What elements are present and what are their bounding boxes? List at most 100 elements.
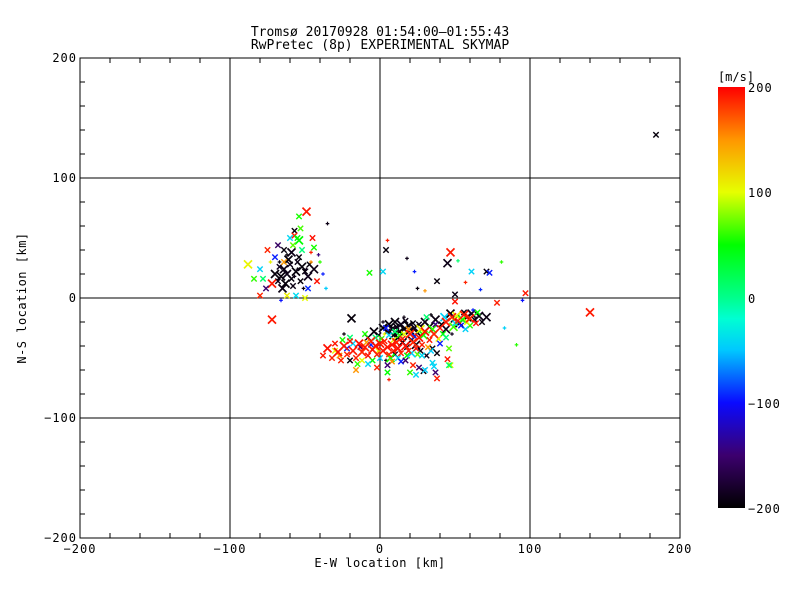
x-tick-label: 100 bbox=[500, 542, 560, 556]
data-point bbox=[310, 235, 315, 240]
data-point bbox=[269, 260, 273, 264]
data-point bbox=[398, 359, 403, 364]
data-point bbox=[314, 279, 319, 284]
data-point bbox=[347, 358, 352, 363]
data-point bbox=[434, 351, 439, 356]
data-point bbox=[433, 370, 438, 375]
data-point bbox=[268, 280, 276, 288]
data-point bbox=[244, 260, 252, 268]
data-point bbox=[437, 341, 442, 346]
data-point bbox=[263, 286, 268, 291]
data-point bbox=[317, 253, 321, 257]
skymap-plot-canvas bbox=[0, 0, 800, 600]
data-point bbox=[479, 288, 483, 292]
data-point bbox=[332, 341, 337, 346]
data-point bbox=[320, 353, 325, 358]
colorbar-tick-label: 200 bbox=[748, 81, 800, 95]
data-point bbox=[340, 342, 348, 350]
data-point bbox=[452, 292, 457, 297]
data-point bbox=[324, 287, 328, 291]
data-point bbox=[305, 286, 310, 291]
data-point bbox=[469, 269, 474, 274]
data-point bbox=[302, 287, 306, 291]
data-point bbox=[268, 316, 276, 324]
data-point bbox=[464, 281, 468, 285]
y-tick-label: 100 bbox=[25, 171, 77, 185]
data-point bbox=[296, 214, 301, 219]
data-point bbox=[416, 287, 420, 291]
data-point bbox=[365, 361, 370, 366]
data-point bbox=[329, 355, 334, 360]
data-point bbox=[257, 293, 262, 298]
data-point bbox=[374, 365, 379, 370]
data-point bbox=[298, 226, 303, 231]
data-point bbox=[348, 314, 356, 322]
data-point bbox=[442, 325, 450, 333]
data-point bbox=[450, 332, 454, 336]
data-point bbox=[311, 245, 316, 250]
x-axis-label: E-W location [km] bbox=[80, 556, 680, 570]
data-point bbox=[434, 376, 439, 381]
data-point bbox=[281, 247, 286, 252]
colorbar-tick-label: 0 bbox=[748, 292, 800, 306]
y-tick-label: −100 bbox=[25, 411, 77, 425]
colorbar-gradient bbox=[718, 87, 745, 508]
data-point bbox=[407, 370, 412, 375]
data-point bbox=[405, 257, 409, 261]
data-point bbox=[324, 344, 332, 352]
data-point bbox=[296, 255, 301, 260]
data-point bbox=[272, 255, 277, 260]
colorbar-tick-label: −100 bbox=[748, 397, 800, 411]
data-point bbox=[445, 357, 450, 362]
data-point bbox=[483, 313, 491, 321]
data-point bbox=[385, 370, 390, 375]
data-point bbox=[403, 358, 408, 363]
data-point bbox=[298, 279, 303, 284]
data-point bbox=[265, 247, 270, 252]
data-point bbox=[275, 243, 280, 248]
data-point bbox=[309, 251, 313, 255]
data-point bbox=[359, 358, 364, 363]
data-point bbox=[299, 247, 304, 252]
data-point bbox=[586, 308, 594, 316]
data-point bbox=[456, 259, 460, 263]
data-point bbox=[381, 320, 385, 324]
x-tick-label: 200 bbox=[650, 542, 710, 556]
y-tick-label: 200 bbox=[25, 51, 77, 65]
data-point bbox=[413, 270, 417, 274]
colorbar-tick-label: 100 bbox=[748, 186, 800, 200]
data-point bbox=[653, 132, 658, 137]
data-point bbox=[434, 279, 439, 284]
data-point bbox=[383, 247, 388, 252]
data-point bbox=[321, 272, 325, 276]
data-point bbox=[257, 267, 262, 272]
data-point bbox=[370, 328, 378, 336]
data-point bbox=[338, 358, 343, 363]
data-point bbox=[416, 365, 421, 370]
data-point bbox=[318, 260, 322, 264]
data-point bbox=[523, 291, 528, 296]
data-point bbox=[503, 326, 507, 330]
data-point bbox=[279, 299, 283, 303]
data-point bbox=[500, 260, 504, 264]
data-point bbox=[260, 276, 265, 281]
skymap-figure: Tromsø 20170928 01:54:00–01:55:43 RwPret… bbox=[0, 0, 800, 600]
plot-title-line2: RwPretec (8p) EXPERIMENTAL SKYMAP bbox=[80, 38, 680, 53]
data-point bbox=[521, 299, 525, 303]
colorbar-tick-label: −200 bbox=[748, 502, 800, 516]
x-tick-label: 0 bbox=[350, 542, 410, 556]
data-point bbox=[293, 293, 298, 298]
data-point bbox=[342, 332, 346, 336]
data-point bbox=[326, 222, 330, 226]
data-point bbox=[278, 260, 282, 264]
data-point bbox=[347, 339, 352, 344]
data-point bbox=[310, 265, 318, 273]
data-point bbox=[410, 363, 415, 368]
data-point bbox=[447, 248, 455, 256]
data-point bbox=[303, 208, 311, 216]
data-point bbox=[290, 243, 295, 248]
data-point bbox=[443, 335, 448, 340]
data-point bbox=[494, 300, 499, 305]
data-point bbox=[386, 239, 390, 243]
data-point bbox=[413, 372, 418, 377]
